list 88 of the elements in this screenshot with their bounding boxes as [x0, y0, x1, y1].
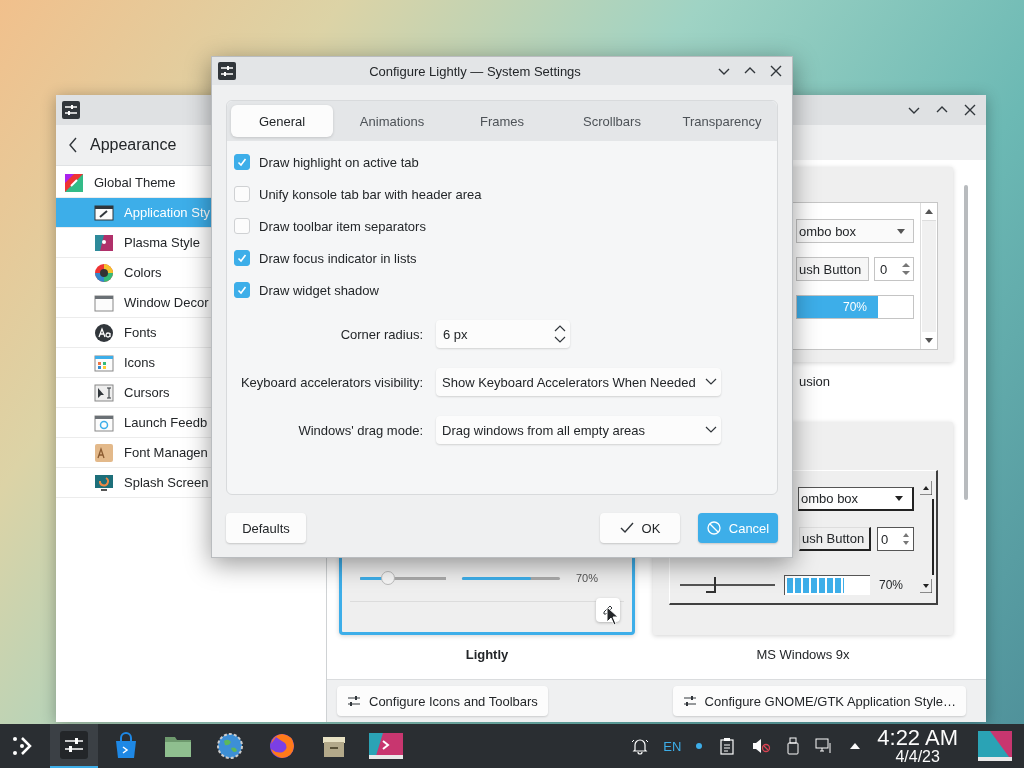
arrow-up-icon[interactable] — [920, 481, 932, 495]
taskbar-app[interactable] — [50, 724, 98, 768]
style-name: usion — [799, 374, 831, 389]
grid-icon — [94, 352, 114, 373]
caret-up-icon[interactable] — [849, 742, 862, 750]
progress-text: 70% — [843, 300, 867, 314]
dropdown[interactable]: Drag windows from all empty areas — [436, 416, 721, 444]
network-icon[interactable] — [815, 737, 834, 755]
slider-handle[interactable] — [706, 577, 717, 593]
ok-button[interactable]: OK — [600, 513, 680, 543]
tab[interactable]: General — [231, 105, 333, 137]
arrow-down-icon[interactable] — [925, 338, 933, 343]
font-icon — [94, 442, 114, 463]
chevron-down-icon — [705, 426, 717, 434]
dropdown-arrow-icon — [897, 228, 905, 234]
sliders-icon — [60, 731, 88, 759]
configure-button[interactable]: Configure GNOME/GTK Application Style… — [672, 686, 966, 716]
dot-icon[interactable] — [695, 742, 704, 750]
cancel-icon — [706, 521, 721, 535]
cursor-icon — [94, 382, 114, 403]
style-name: Lightly — [465, 647, 509, 662]
mouse-pointer-icon — [606, 606, 620, 626]
slider-handle[interactable] — [381, 571, 396, 585]
combo-box[interactable]: ombo box — [798, 487, 914, 511]
field-label: Corner radius: — [339, 326, 423, 342]
scrollbar[interactable] — [920, 203, 937, 349]
scrollbar[interactable] — [964, 185, 968, 500]
sliders-icon — [682, 695, 697, 707]
sliders-icon — [347, 695, 361, 707]
window-icon — [94, 292, 114, 313]
speaker-muted-icon[interactable] — [751, 737, 772, 755]
keyboard-layout[interactable]: EN — [663, 738, 682, 754]
theme-icon — [64, 172, 84, 193]
pencil-icon — [602, 604, 614, 616]
launcher-icon[interactable] — [10, 734, 34, 758]
defaults-button[interactable]: Defaults — [226, 513, 306, 543]
checkbox[interactable] — [234, 154, 250, 170]
close-icon — [770, 65, 782, 77]
checkbox-label: Draw highlight on active tab — [259, 154, 419, 170]
plasma-icon — [94, 232, 114, 253]
spin-arrows-icon[interactable] — [554, 324, 566, 344]
back-icon[interactable] — [68, 137, 78, 153]
fox-icon — [268, 732, 296, 760]
font-icon — [94, 322, 114, 343]
tab[interactable]: Frames — [451, 105, 553, 137]
arrow-down-icon[interactable] — [920, 579, 932, 593]
settings-icon — [218, 62, 236, 80]
dropdown-arrow-icon — [894, 494, 904, 503]
style-name: MS Windows 9x — [756, 647, 850, 662]
progress-text: 70% — [576, 572, 599, 584]
page-title: Appearance — [90, 136, 177, 154]
window-title: Configure Lightly — System Settings — [368, 63, 582, 79]
checkmark-icon — [236, 252, 248, 264]
spin-box[interactable]: 6 px — [436, 320, 570, 348]
checkbox[interactable] — [234, 282, 250, 298]
spin-box[interactable]: 0 — [877, 527, 914, 551]
brush-icon — [94, 202, 114, 223]
color-wheel-icon — [94, 262, 114, 283]
arrow-up-icon[interactable] — [925, 209, 933, 214]
globe-icon — [216, 732, 244, 760]
checkbox[interactable] — [234, 186, 250, 202]
window-icon — [94, 412, 114, 433]
push-button[interactable]: ush Button — [796, 257, 869, 281]
dropdown[interactable]: Show Keyboard Accelerators When Needed — [436, 368, 721, 396]
push-button[interactable]: ush Button — [799, 527, 871, 551]
tab[interactable]: Scrollbars — [561, 105, 663, 137]
configure-button[interactable]: Configure Icons and Toolbars — [337, 686, 548, 716]
show-desktop-icon[interactable] — [978, 731, 1012, 761]
checkbox[interactable] — [234, 218, 250, 234]
monitor-icon — [94, 472, 114, 493]
tab[interactable]: Transparency — [671, 105, 773, 137]
chevron-down-icon — [705, 378, 717, 386]
spin-box[interactable]: 0 — [874, 257, 914, 281]
clock-date[interactable]: 4/4/23 — [895, 749, 940, 765]
checkmark-icon — [619, 522, 634, 534]
checkbox[interactable] — [234, 250, 250, 266]
checkmark-icon — [236, 284, 248, 296]
combo-box[interactable]: ombo box — [796, 219, 914, 243]
tab[interactable]: Animations — [341, 105, 443, 137]
settings-icon — [62, 101, 80, 119]
checkmark-icon — [236, 156, 248, 168]
window-icon — [369, 733, 403, 759]
progress-text: 70% — [879, 578, 904, 592]
close-icon — [964, 104, 976, 116]
clipboard-icon[interactable] — [719, 737, 736, 755]
usb-drive-icon[interactable] — [787, 737, 800, 755]
clock-time[interactable]: 4:22 AM — [877, 727, 958, 749]
bell-icon[interactable] — [631, 737, 650, 755]
